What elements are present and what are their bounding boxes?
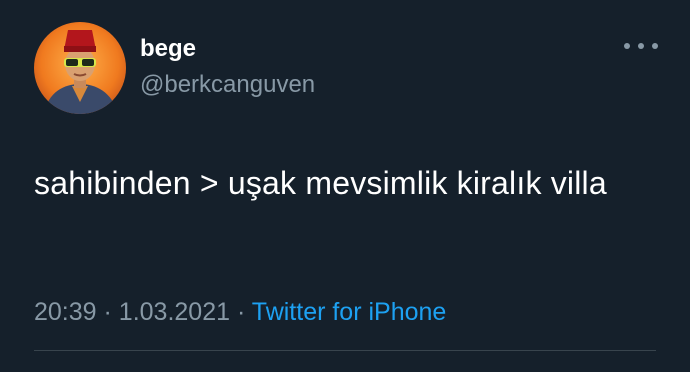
more-horizontal-icon xyxy=(652,43,658,49)
meta-separator: · xyxy=(236,298,246,326)
more-options-button[interactable] xyxy=(624,36,658,56)
more-horizontal-icon xyxy=(638,43,644,49)
meta-separator: · xyxy=(103,298,112,326)
tweet-time[interactable]: 20:39 xyxy=(34,298,97,326)
tweet-source-link[interactable]: Twitter for iPhone xyxy=(252,298,447,326)
tweet-meta: 20:39 · 1.03.2021 · Twitter for iPhone xyxy=(34,296,446,328)
avatar-image xyxy=(34,22,126,114)
divider xyxy=(34,350,656,351)
user-handle[interactable]: @berkcanguven xyxy=(140,71,315,99)
tweet-text: sahibinden > uşak mevsimlik kiralık vill… xyxy=(34,165,607,201)
more-horizontal-icon xyxy=(624,43,630,49)
avatar[interactable] xyxy=(34,22,126,114)
display-name[interactable]: bege xyxy=(140,35,196,63)
tweet-card: bege @berkcanguven sahibinden > uşak mev… xyxy=(0,0,690,372)
tweet-date[interactable]: 1.03.2021 xyxy=(119,298,230,326)
